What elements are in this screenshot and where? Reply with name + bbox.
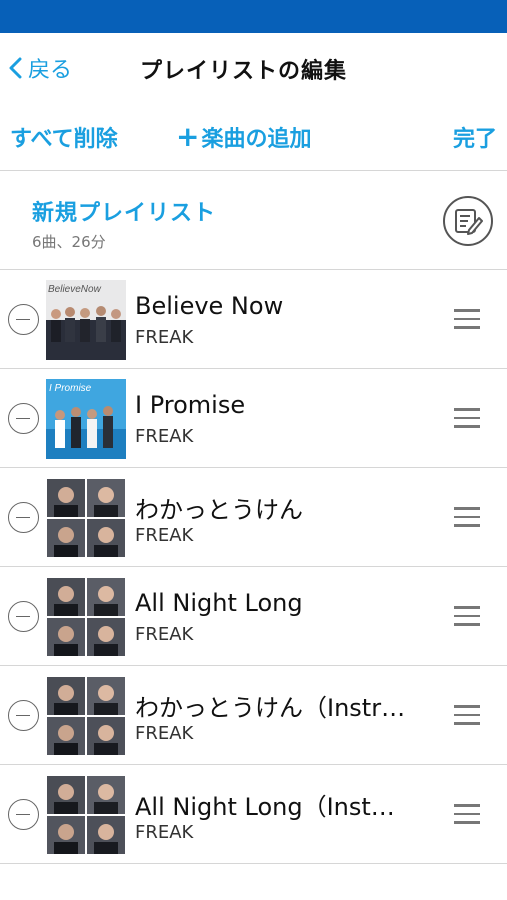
song-row[interactable]: わかっとうけん FREAK bbox=[0, 468, 507, 567]
reorder-handle-icon[interactable] bbox=[454, 309, 480, 331]
song-row[interactable]: All Night Long（Inst… FREAK bbox=[0, 765, 507, 864]
song-title: Believe Now bbox=[135, 292, 284, 320]
edit-toolbar: すべて削除 + 楽曲の追加 完了 bbox=[0, 103, 507, 171]
remove-song-button[interactable] bbox=[8, 502, 39, 533]
playlist-name[interactable]: 新規プレイリスト bbox=[32, 195, 216, 227]
reorder-handle-icon[interactable] bbox=[454, 705, 480, 727]
song-row[interactable]: わかっとうけん（Instr… FREAK bbox=[0, 666, 507, 765]
done-button[interactable]: 完了 bbox=[453, 121, 497, 153]
edit-list-icon bbox=[455, 209, 483, 235]
remove-song-button[interactable] bbox=[8, 799, 39, 830]
album-art bbox=[46, 577, 126, 657]
album-art bbox=[46, 775, 126, 855]
song-title: All Night Long（Inst… bbox=[135, 793, 395, 821]
add-song-label: 楽曲の追加 bbox=[201, 127, 312, 152]
remove-song-button[interactable] bbox=[8, 601, 39, 632]
song-artist: FREAK bbox=[135, 327, 194, 348]
status-bar bbox=[0, 0, 507, 33]
page-title: プレイリストの編集 bbox=[140, 59, 348, 84]
album-art: BelieveNow bbox=[46, 280, 126, 360]
playlist-meta: 6曲、26分 bbox=[32, 233, 106, 251]
album-art bbox=[46, 478, 126, 558]
remove-song-button[interactable] bbox=[8, 403, 39, 434]
back-button[interactable]: 戻る bbox=[8, 51, 72, 85]
album-art bbox=[46, 676, 126, 756]
song-artist: FREAK bbox=[135, 822, 194, 843]
song-title: I Promise bbox=[135, 391, 246, 419]
reorder-handle-icon[interactable] bbox=[454, 408, 480, 430]
reorder-handle-icon[interactable] bbox=[454, 804, 480, 826]
add-song-button[interactable]: + 楽曲の追加 bbox=[176, 121, 311, 153]
remove-song-button[interactable] bbox=[8, 700, 39, 731]
song-row[interactable]: All Night Long FREAK bbox=[0, 567, 507, 666]
song-artist: FREAK bbox=[135, 525, 194, 546]
song-artist: FREAK bbox=[135, 723, 194, 744]
delete-all-button[interactable]: すべて削除 bbox=[10, 121, 118, 153]
album-art-text: BelieveNow bbox=[48, 284, 102, 295]
song-row[interactable]: I Promise I Promise FREAK bbox=[0, 369, 507, 468]
album-art: I Promise bbox=[46, 379, 126, 459]
song-title: わかっとうけん（Instr… bbox=[135, 694, 406, 722]
back-button-label: 戻る bbox=[28, 58, 73, 83]
reorder-handle-icon[interactable] bbox=[454, 507, 480, 529]
navigation-bar: 戻る プレイリストの編集 bbox=[0, 33, 507, 103]
reorder-handle-icon[interactable] bbox=[454, 606, 480, 628]
plus-icon: + bbox=[176, 120, 200, 153]
remove-song-button[interactable] bbox=[8, 304, 39, 335]
album-art-text: I Promise bbox=[49, 383, 92, 394]
song-row[interactable]: BelieveNow Believe Now FREAK bbox=[0, 270, 507, 369]
song-artist: FREAK bbox=[135, 426, 194, 447]
chevron-left-icon bbox=[9, 57, 22, 79]
song-list: BelieveNow Believe Now FREAK I Promise I… bbox=[0, 270, 507, 864]
song-title: All Night Long bbox=[135, 589, 303, 617]
playlist-header: 新規プレイリスト 6曲、26分 bbox=[0, 171, 507, 270]
song-title: わかっとうけん bbox=[135, 496, 303, 524]
song-artist: FREAK bbox=[135, 624, 194, 645]
edit-playlist-button[interactable] bbox=[443, 196, 493, 246]
